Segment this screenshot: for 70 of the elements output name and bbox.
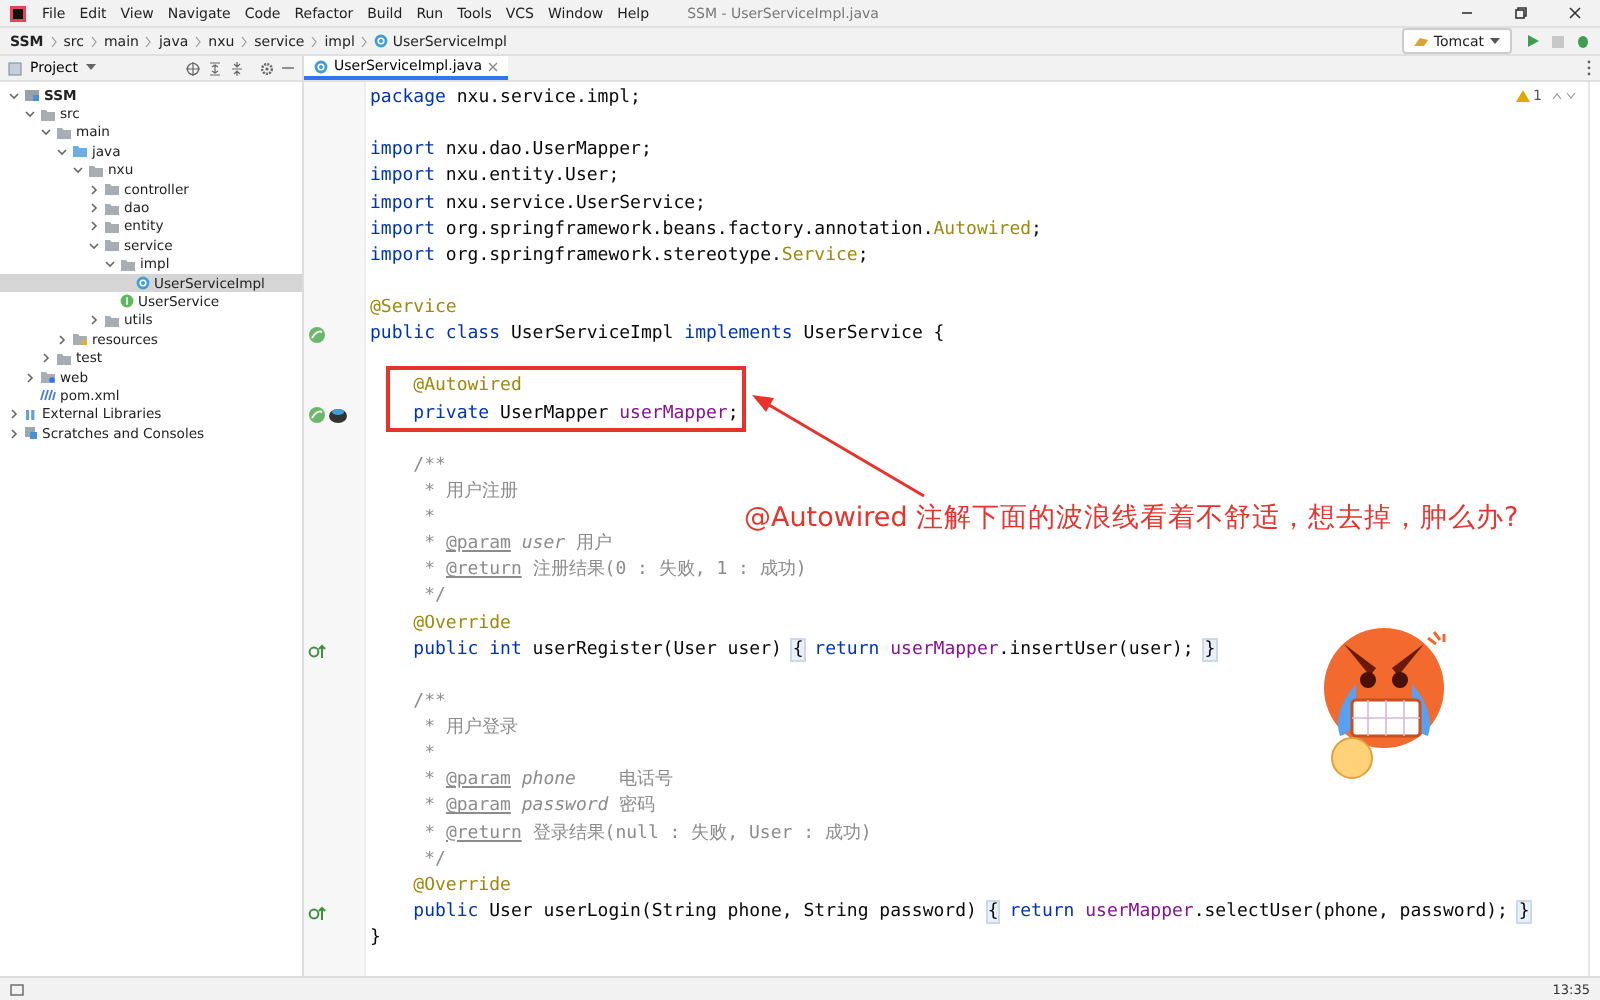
code-line: * @param user 用户 [422, 532, 612, 559]
chevron-right-icon [144, 35, 153, 47]
code-line: } [370, 926, 381, 952]
caret-icon[interactable] [85, 64, 96, 72]
caret-icon [1490, 37, 1500, 45]
folder-icon [40, 370, 56, 385]
minimize-icon[interactable] [282, 62, 294, 74]
minimize-icon[interactable] [1460, 6, 1474, 20]
maven-file-icon [40, 388, 56, 403]
folder-icon [72, 332, 88, 347]
app-logo-icon [10, 5, 26, 21]
chevron-right-icon [360, 35, 369, 47]
code-line: public class UserServiceImpl implements UserService { [370, 322, 945, 349]
code-line: * @return 注册结果(0 : 失败, 1 : 成功) [422, 558, 807, 585]
code-line: * [422, 506, 436, 532]
chevron-right-icon [49, 35, 58, 47]
class-icon [314, 59, 328, 73]
panel-toggle-icon[interactable] [10, 983, 24, 995]
code-line: @Service [370, 296, 457, 322]
code-line: */ [422, 847, 446, 874]
code-line: */ [422, 584, 446, 611]
module-icon [24, 88, 40, 103]
code-line: public int userRegister(User user) { return userMapper.insertUser(user); } [411, 637, 1216, 664]
scratch-icon [24, 426, 38, 441]
folder-icon [56, 351, 72, 366]
code-line: * [422, 742, 436, 769]
panel-icon [8, 61, 22, 75]
database-icon[interactable] [328, 405, 348, 424]
code-line: @Autowired [411, 374, 522, 401]
code-line: @Override [411, 873, 511, 900]
code-line: private UserMapper userMapper; [411, 401, 739, 427]
code-line: import org.springframework.beans.factory.annotation.Autowired; [370, 217, 1042, 244]
folder-icon [104, 313, 120, 328]
restore-icon[interactable] [1514, 6, 1528, 20]
class-icon [136, 276, 150, 291]
collapse-all-icon[interactable] [230, 61, 244, 75]
annotation-text: @Autowired 注解下面的波浪线看着不舒适，想去掉，肿么办? [744, 500, 1519, 536]
chevron-right-icon [310, 35, 319, 47]
override-icon[interactable] [308, 903, 326, 922]
code-line: * 用户注册 [422, 479, 518, 506]
code-line: * 用户登录 [422, 716, 518, 742]
class-icon [374, 34, 389, 48]
code-line: * @return 登录结果(null : 失败, User : 成功) [422, 821, 872, 847]
locate-icon[interactable] [186, 61, 200, 75]
code-line: @Override [411, 611, 511, 637]
code-line: * @param phone 电话号 [422, 768, 674, 795]
more-icon[interactable] [1586, 60, 1592, 76]
code-line: import org.springframework.stereotype.Service; [370, 243, 869, 270]
code-line: package nxu.service.impl; [370, 86, 641, 112]
code-line: * @param password 密码 [422, 794, 656, 821]
library-icon [24, 407, 38, 422]
code-line: import nxu.dao.UserMapper; [370, 138, 652, 165]
chevron-right-icon [240, 35, 249, 47]
chevron-right-icon [194, 35, 203, 47]
chevron-up-icon[interactable] [1552, 92, 1562, 100]
chevron-right-icon[interactable] [88, 314, 100, 327]
code-line: import nxu.entity.User; [370, 164, 620, 191]
code-line: public User userLogin(String phone, String password) { return userMapper.selectUser(phone, password); } [411, 899, 1530, 926]
code-line: import nxu.service.UserService; [370, 191, 706, 217]
expand-all-icon[interactable] [208, 61, 222, 75]
chevron-down-icon[interactable] [1566, 92, 1576, 100]
run-icon[interactable] [1526, 34, 1540, 48]
interface-icon [120, 294, 134, 309]
debug-icon[interactable] [1576, 34, 1590, 48]
code-line: /** [411, 689, 446, 716]
close-icon[interactable] [1568, 6, 1582, 20]
chevron-right-icon [89, 35, 98, 47]
code-line: /** [411, 453, 446, 480]
tomcat-icon [1413, 35, 1428, 47]
override-icon[interactable] [308, 641, 326, 660]
